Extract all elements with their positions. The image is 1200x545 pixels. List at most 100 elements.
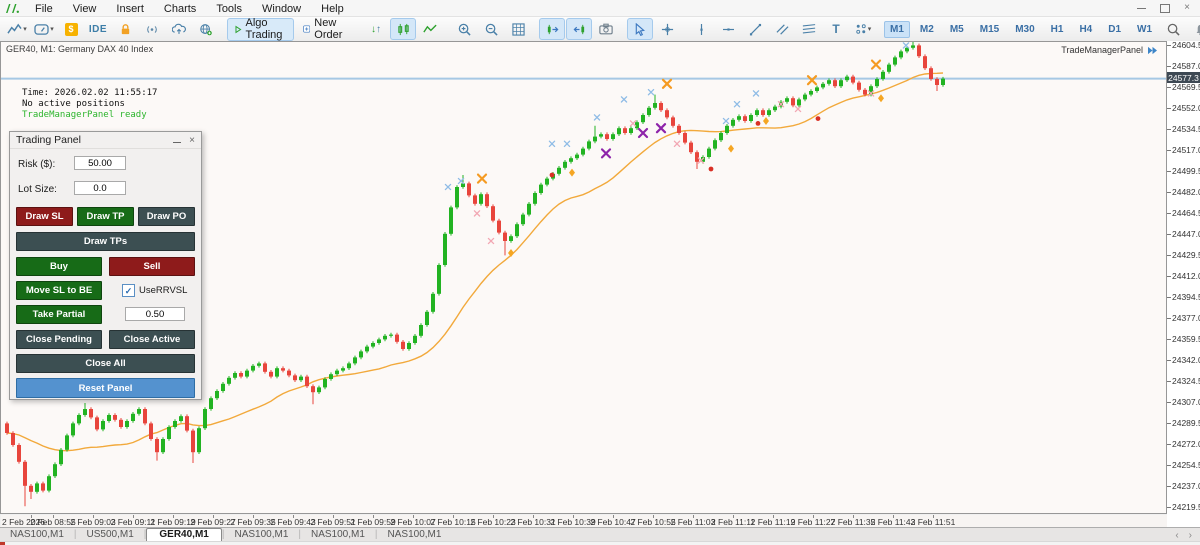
signal-x-blue-icon — [648, 90, 653, 95]
screenshot-camera-button[interactable] — [593, 18, 619, 40]
timeframe-m2[interactable]: M2 — [914, 21, 940, 38]
menu-file[interactable]: File — [25, 2, 63, 16]
candles-mode-button[interactable] — [390, 18, 416, 40]
horizontal-line-tool[interactable] — [715, 18, 741, 40]
chart-tab-0[interactable]: NAS100,M1 — [0, 529, 74, 541]
signal-markers-layer — [445, 43, 908, 257]
price-axis[interactable]: 24604.524587.024569.524552.024534.524517… — [1167, 41, 1200, 527]
price-tick — [1167, 45, 1171, 46]
sell-button[interactable]: Sell — [109, 257, 195, 276]
chart-tab-2[interactable]: GER40,M1 — [146, 528, 221, 541]
channel-tool[interactable] — [769, 18, 795, 40]
panel-close-button[interactable]: × — [189, 135, 195, 146]
signal-x-pink-icon — [795, 106, 800, 111]
close-active-button[interactable]: Close Active — [109, 330, 195, 349]
shapes-tool[interactable]: ▾ — [850, 18, 876, 40]
trading-panel-titlebar[interactable]: Trading Panel × — [10, 132, 201, 149]
price-tick — [1167, 255, 1171, 256]
timeframe-m5[interactable]: M5 — [944, 21, 970, 38]
new-order-button[interactable]: New Order — [295, 18, 355, 41]
signal-dot-icon — [550, 173, 555, 178]
chart-plot-area[interactable]: GER40, M1: Germany DAX 40 Index Time: 20… — [0, 41, 1167, 514]
panel-toggle-icon — [1147, 46, 1158, 55]
zoom-out-button[interactable] — [478, 18, 504, 40]
timeframe-m30[interactable]: M30 — [1009, 21, 1040, 38]
signal-x-pink-icon — [630, 121, 635, 126]
community-globe-icon[interactable] — [193, 18, 219, 40]
timeframe-h1[interactable]: H1 — [1045, 21, 1070, 38]
timeframe-d1[interactable]: D1 — [1102, 21, 1127, 38]
timeframe-m1[interactable]: M1 — [884, 21, 910, 38]
price-tick-label: 24377.0 — [1172, 313, 1200, 323]
menu-window[interactable]: Window — [252, 2, 311, 16]
crosshair-tool-button[interactable] — [654, 18, 680, 40]
tab-scroll-left[interactable]: ‹ — [1175, 530, 1178, 541]
price-tick-label: 24412.0 — [1172, 271, 1200, 281]
signal-diamond-icon — [508, 249, 514, 257]
chart-tab-3[interactable]: NAS100,M1 — [224, 529, 298, 541]
signal-diamond-icon — [728, 145, 734, 153]
play-icon — [235, 24, 242, 35]
draw-tps-button[interactable]: Draw TPs — [16, 232, 195, 251]
search-icon[interactable] — [1160, 18, 1186, 40]
vertical-line-tool[interactable] — [688, 18, 714, 40]
menu-tools[interactable]: Tools — [206, 2, 252, 16]
ide-button[interactable]: IDE — [85, 18, 111, 40]
menu-charts[interactable]: Charts — [154, 2, 206, 16]
lot-size-label: Lot Size: — [18, 184, 57, 195]
price-tick — [1167, 192, 1171, 193]
price-tick-label: 24464.5 — [1172, 208, 1200, 218]
text-tool[interactable]: T — [823, 18, 849, 40]
sort-arrows-icon[interactable]: ↓↑ — [363, 18, 389, 40]
shift-end-button[interactable] — [539, 18, 565, 40]
window-controls: × — [1137, 4, 1200, 13]
chart-tab-5[interactable]: NAS100,M1 — [378, 529, 452, 541]
price-tick-label: 24254.5 — [1172, 460, 1200, 470]
algo-trading-button[interactable]: Algo Trading — [227, 18, 294, 41]
lock-icon[interactable] — [112, 18, 138, 40]
grid-button[interactable] — [505, 18, 531, 40]
draw-tp-button[interactable]: Draw TP — [77, 207, 134, 226]
trading-panel-dialog: Trading Panel × Risk ($): Lot Size: Draw… — [9, 131, 202, 400]
buy-button[interactable]: Buy — [16, 257, 102, 276]
trade-manager-panel-label[interactable]: TradeManagerPanel — [1061, 45, 1158, 55]
timeframe-h4[interactable]: H4 — [1073, 21, 1098, 38]
window-minimize-button[interactable] — [1137, 8, 1146, 9]
market-dollar-icon[interactable]: $ — [58, 18, 84, 40]
draw-sl-button[interactable]: Draw SL — [16, 207, 73, 226]
menu-help[interactable]: Help — [311, 2, 354, 16]
timeframe-m15[interactable]: M15 — [974, 21, 1005, 38]
cloud-upload-icon[interactable] — [166, 18, 192, 40]
broadcast-icon[interactable] — [139, 18, 165, 40]
profile-gauge-button[interactable]: ▾ — [31, 18, 57, 40]
lot-size-input[interactable] — [74, 181, 126, 195]
risk-input[interactable] — [74, 156, 126, 170]
menu-insert[interactable]: Insert — [106, 2, 154, 16]
chart-tab-1[interactable]: US500,M1 — [77, 529, 144, 541]
auto-scroll-button[interactable] — [566, 18, 592, 40]
chart-tab-4[interactable]: NAS100,M1 — [301, 529, 375, 541]
close-pending-button[interactable]: Close Pending — [16, 330, 102, 349]
partial-ratio-input[interactable] — [125, 307, 185, 321]
notifications-bell-icon[interactable]: 1 — [1187, 18, 1200, 40]
price-tick — [1167, 234, 1171, 235]
move-sl-to-be-button[interactable]: Move SL to BE — [16, 281, 102, 300]
line-mode-button[interactable] — [417, 18, 443, 40]
close-all-button[interactable]: Close All — [16, 354, 195, 373]
draw-po-button[interactable]: Draw PO — [138, 207, 195, 226]
window-restore-button[interactable] — [1160, 4, 1170, 13]
chart-type-button[interactable]: ▾ — [4, 18, 30, 40]
zoom-in-button[interactable] — [451, 18, 477, 40]
take-partial-button[interactable]: Take Partial — [16, 305, 102, 324]
price-tick — [1167, 318, 1171, 319]
reset-panel-button[interactable]: Reset Panel — [16, 378, 195, 398]
cursor-tool-button[interactable] — [627, 18, 653, 40]
menu-view[interactable]: View — [63, 2, 107, 16]
tab-scroll-right[interactable]: › — [1189, 530, 1192, 541]
trendline-tool[interactable] — [742, 18, 768, 40]
window-close-button[interactable]: × — [1184, 4, 1190, 12]
panel-minimize-button[interactable] — [173, 142, 181, 143]
use-rrvsl-checkbox[interactable]: ✓ UseRRVSL — [122, 284, 187, 297]
fibonacci-tool[interactable] — [796, 18, 822, 40]
timeframe-w1[interactable]: W1 — [1131, 21, 1158, 38]
